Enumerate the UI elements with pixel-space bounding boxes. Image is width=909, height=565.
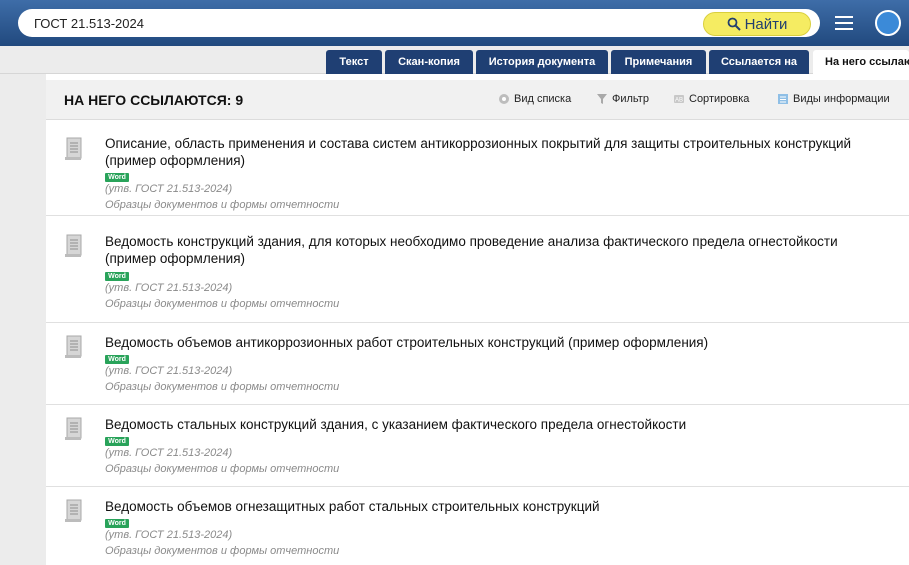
approval-note: (утв. ГОСТ 21.513-2024) — [105, 183, 233, 195]
filter-button[interactable]: Фильтр — [596, 93, 649, 105]
document-link[interactable]: Ведомость стальных конструкций здания, с… — [105, 416, 885, 433]
word-badge[interactable]: Word — [105, 272, 129, 281]
document-icon — [65, 499, 82, 522]
approval-note: (утв. ГОСТ 21.513-2024) — [105, 447, 233, 459]
filter-icon — [597, 94, 607, 104]
list-item: Ведомость объемов антикоррозионных работ… — [46, 323, 909, 405]
word-badge[interactable]: Word — [105, 437, 129, 446]
top-bar: Найти — [0, 0, 909, 46]
word-badge[interactable]: Word — [105, 173, 129, 182]
tab-referenced-by[interactable]: На него ссылаются — [813, 50, 909, 74]
list-view-button[interactable]: Вид списка — [498, 93, 571, 105]
tab-history[interactable]: История документа — [476, 50, 608, 74]
document-link[interactable]: Ведомость объемов огнезащитных работ ста… — [105, 498, 885, 515]
document-icon — [65, 335, 82, 358]
list-item: Ведомость объемов огнезащитных работ ста… — [46, 487, 909, 565]
document-icon — [65, 137, 82, 160]
tab-refers-to[interactable]: Ссылается на — [709, 50, 809, 74]
search-icon — [727, 17, 741, 31]
menu-icon[interactable] — [832, 12, 856, 34]
approval-note: (утв. ГОСТ 21.513-2024) — [105, 529, 233, 541]
document-category: Образцы документов и формы отчетности — [105, 199, 340, 211]
info-types-icon — [778, 94, 788, 104]
document-link[interactable]: Ведомость конструкций здания, для которы… — [105, 233, 885, 267]
search-box — [18, 9, 820, 37]
tab-text[interactable]: Текст — [326, 50, 382, 74]
document-category: Образцы документов и формы отчетности — [105, 545, 340, 557]
find-button[interactable]: Найти — [703, 12, 811, 36]
list-item: Описание, область применения и состава с… — [46, 123, 909, 216]
panel-header: НА НЕГО ССЫЛАЮТСЯ: 9 Вид списка Фильтр A… — [46, 80, 909, 120]
list-item: Ведомость конструкций здания, для которы… — [46, 216, 909, 323]
document-category: Образцы документов и формы отчетности — [105, 298, 340, 310]
document-icon — [65, 417, 82, 440]
approval-note: (утв. ГОСТ 21.513-2024) — [105, 365, 233, 377]
info-types-button[interactable]: Виды информации — [777, 93, 890, 105]
document-category: Образцы документов и формы отчетности — [105, 381, 340, 393]
tab-scan[interactable]: Скан-копия — [385, 50, 473, 74]
approval-note: (утв. ГОСТ 21.513-2024) — [105, 282, 233, 294]
references-panel: НА НЕГО ССЫЛАЮТСЯ: 9 Вид списка Фильтр A… — [46, 74, 909, 565]
list-item: Ведомость стальных конструкций здания, с… — [46, 405, 909, 487]
user-icon[interactable] — [875, 10, 909, 36]
document-link[interactable]: Описание, область применения и состава с… — [105, 135, 885, 169]
document-link[interactable]: Ведомость объемов антикоррозионных работ… — [105, 334, 885, 351]
left-strip — [0, 74, 46, 565]
document-icon — [65, 234, 82, 257]
search-input[interactable] — [34, 13, 634, 33]
word-badge[interactable]: Word — [105, 519, 129, 528]
sort-icon: AB — [674, 95, 684, 104]
tab-notes[interactable]: Примечания — [611, 50, 706, 74]
sort-button[interactable]: AB Сортировка — [673, 93, 749, 105]
tabs-row: Текст Скан-копия История документа Приме… — [0, 46, 909, 74]
document-category: Образцы документов и формы отчетности — [105, 463, 340, 475]
page-title: НА НЕГО ССЫЛАЮТСЯ: 9 — [64, 92, 244, 108]
svg-text:AB: AB — [675, 98, 683, 104]
list-view-icon — [499, 94, 509, 104]
word-badge[interactable]: Word — [105, 355, 129, 364]
find-button-label: Найти — [744, 15, 788, 33]
